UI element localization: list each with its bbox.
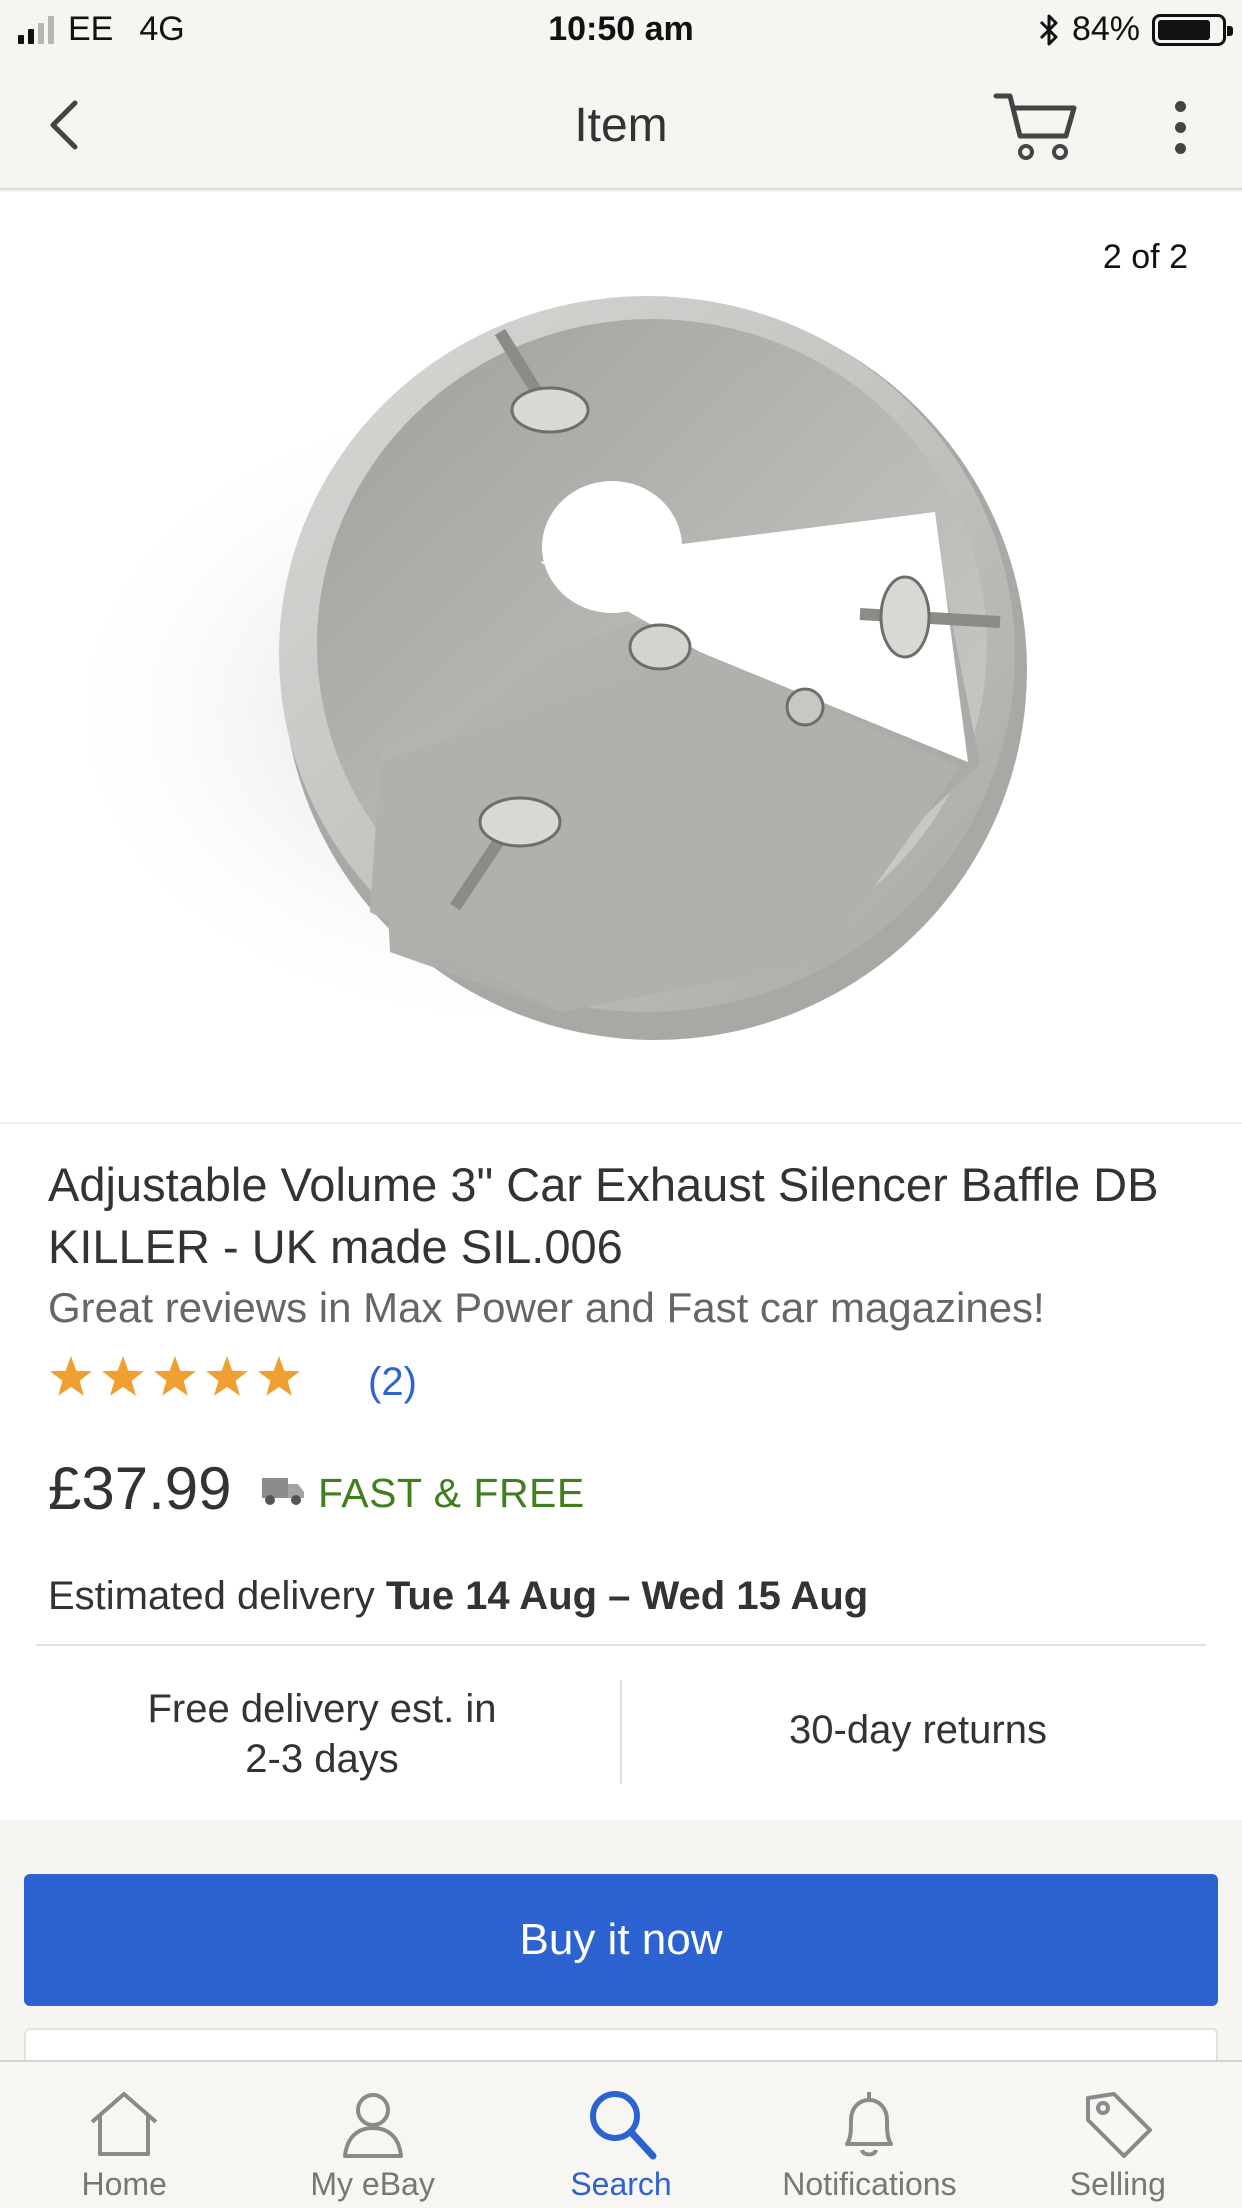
- feature-divider: [620, 1680, 622, 1784]
- cart-button[interactable]: [992, 88, 1082, 164]
- review-count-link[interactable]: (2): [368, 1360, 417, 1405]
- estimated-delivery: Estimated delivery Tue 14 Aug – Wed 15 A…: [48, 1574, 868, 1619]
- tab-label: My eBay: [310, 2166, 435, 2202]
- tab-bar: Home My eBay Search Notifications Sellin…: [0, 2060, 1242, 2208]
- item-price: £37.99: [48, 1455, 232, 1522]
- bluetooth-icon: [1039, 14, 1058, 45]
- star-icon: [258, 1356, 300, 1396]
- image-counter: 2 of 2: [1072, 228, 1218, 287]
- more-options-button[interactable]: [1150, 92, 1210, 162]
- tab-label: Search: [570, 2166, 672, 2202]
- navigation-bar: Item: [0, 62, 1242, 190]
- star-icon: [154, 1356, 196, 1396]
- tab-my-ebay[interactable]: My eBay: [248, 2062, 496, 2208]
- item-title: Adjustable Volume 3" Car Exhaust Silence…: [48, 1158, 1159, 1273]
- status-right: 84%: [1038, 10, 1233, 49]
- cart-icon: [993, 93, 1077, 160]
- star-rating[interactable]: [48, 1354, 302, 1400]
- tab-search[interactable]: Search: [497, 2062, 745, 2208]
- free-delivery-line2: 2-3 days: [245, 1737, 399, 1781]
- battery-icon: [1152, 13, 1233, 46]
- search-icon: [590, 2091, 657, 2160]
- bell-icon: [845, 2092, 894, 2157]
- tag-icon: [1085, 2092, 1152, 2158]
- more-dot-icon: [1174, 142, 1186, 154]
- product-image-gallery[interactable]: 2 of 2: [0, 192, 1242, 1122]
- home-icon: [90, 2092, 158, 2156]
- delivery-dates: Tue 14 Aug – Wed 15 Aug: [385, 1574, 869, 1618]
- free-delivery-feature: Free delivery est. in 2-3 days: [36, 1684, 608, 1784]
- more-dot-icon: [1174, 100, 1186, 112]
- item-subtitle: Great reviews in Max Power and Fast car …: [48, 1284, 1045, 1331]
- star-icon: [206, 1356, 248, 1396]
- item-details: Adjustable Volume 3" Car Exhaust Silence…: [0, 1122, 1242, 1820]
- star-icon: [50, 1356, 92, 1396]
- shipping-badge: FAST & FREE: [318, 1470, 585, 1516]
- star-icon: [102, 1356, 144, 1396]
- free-delivery-line1: Free delivery est. in: [147, 1687, 497, 1731]
- delivery-label: Estimated delivery: [48, 1574, 375, 1618]
- tab-label: Selling: [1069, 2166, 1166, 2202]
- tab-notifications[interactable]: Notifications: [745, 2062, 993, 2208]
- status-bar: EE 4G 10:50 am 84%: [0, 0, 1242, 62]
- more-dot-icon: [1174, 121, 1186, 133]
- user-icon: [342, 2093, 403, 2158]
- tab-selling[interactable]: Selling: [994, 2062, 1242, 2208]
- battery-percent: 84%: [1071, 10, 1140, 48]
- divider: [36, 1644, 1206, 1646]
- tab-home[interactable]: Home: [0, 2062, 248, 2208]
- product-image: [50, 296, 1027, 1042]
- tab-label: Notifications: [782, 2166, 957, 2202]
- tab-label: Home: [81, 2166, 167, 2202]
- buy-it-now-button[interactable]: Buy it now: [24, 1874, 1218, 2006]
- returns-feature: 30-day returns: [789, 1708, 1047, 1752]
- delivery-truck-icon: [262, 1478, 304, 1505]
- buy-actions: Buy it now: [0, 1820, 1242, 2108]
